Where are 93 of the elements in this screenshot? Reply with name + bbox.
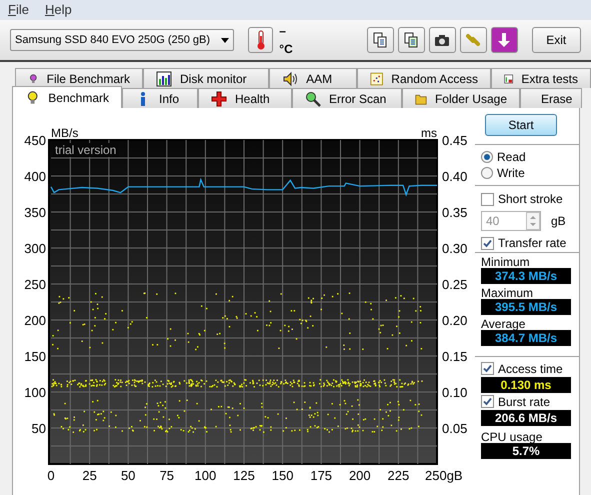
thermometer-icon bbox=[256, 30, 266, 50]
drive-dropdown[interactable]: Samsung SSD 840 EVO 250G (250 gB) bbox=[10, 29, 234, 51]
watermark: trial version bbox=[55, 143, 116, 157]
checkbox-label: Burst rate bbox=[498, 394, 550, 410]
toolbar-button[interactable] bbox=[366, 27, 394, 53]
temperature: – °C bbox=[279, 23, 294, 58]
caret-icon bbox=[221, 38, 230, 42]
toolbar-button[interactable] bbox=[428, 27, 456, 53]
tab[interactable]: Folder Usage bbox=[402, 88, 520, 108]
axis-tick-label: 200 bbox=[24, 313, 46, 328]
axis-tick-label: 0.10 bbox=[442, 385, 468, 400]
axis-tick-label: 0.30 bbox=[442, 241, 468, 256]
camera-icon bbox=[434, 34, 450, 46]
medical-cross-icon bbox=[211, 90, 227, 106]
checkbox-label: Transfer rate bbox=[498, 235, 566, 252]
tab[interactable]: Extra tests bbox=[491, 68, 591, 88]
check-icon bbox=[483, 238, 492, 248]
axis-tick-label: 150 bbox=[272, 468, 294, 483]
exit-button[interactable]: Exit bbox=[532, 27, 581, 53]
axis-tick-label: 225 bbox=[388, 468, 410, 483]
axis-tick-label: 100 bbox=[24, 385, 46, 400]
axis-tick-label: 250gB bbox=[425, 468, 463, 483]
tab[interactable]: Disk monitor bbox=[143, 68, 270, 88]
axis-tick-label: 200 bbox=[348, 468, 371, 483]
tab[interactable]: Erase bbox=[520, 88, 582, 108]
axis-tick-label: 400 bbox=[24, 169, 46, 184]
checkbox-label: Short stroke bbox=[498, 191, 563, 208]
checkbox-label: Access time bbox=[498, 360, 563, 378]
tab[interactable]: Benchmark bbox=[12, 86, 122, 108]
axis-tick-label: 125 bbox=[233, 468, 255, 483]
axis-tick-label: 0.05 bbox=[442, 421, 468, 436]
axis-tick-label: 0.15 bbox=[442, 349, 468, 364]
tab[interactable]: Health bbox=[198, 88, 292, 108]
radio-label: Write bbox=[497, 165, 525, 182]
checkbox[interactable] bbox=[481, 395, 494, 408]
value-display: 395.5 MB/s bbox=[481, 299, 571, 315]
readout-label: Average bbox=[481, 316, 526, 330]
checkbox[interactable] bbox=[481, 236, 494, 250]
axis-tick-label: 175 bbox=[310, 468, 332, 483]
value-display: 374.3 MB/s bbox=[481, 268, 571, 284]
value-display: 0.130 ms bbox=[481, 377, 571, 393]
axis-tick-label: 0.20 bbox=[442, 313, 468, 328]
axis-tick-label: 0.40 bbox=[442, 169, 468, 184]
axis-tick-label: 75 bbox=[160, 468, 174, 483]
value-display: 384.7 MB/s bbox=[481, 330, 571, 346]
checkbox[interactable] bbox=[481, 362, 494, 375]
unit-label: gB bbox=[551, 213, 566, 230]
readout-label: Minimum bbox=[481, 254, 531, 268]
spinner-arrows-icon bbox=[526, 212, 540, 230]
axis-tick-label: 350 bbox=[24, 205, 46, 220]
axis-unit: ms bbox=[421, 126, 437, 140]
radio-label: Read bbox=[497, 149, 526, 166]
temperature-button[interactable] bbox=[248, 27, 274, 53]
magnifier-icon bbox=[305, 90, 321, 106]
axis-tick-label: 250 bbox=[24, 277, 46, 292]
tab[interactable]: AAM bbox=[269, 68, 357, 88]
lightbulb-icon bbox=[25, 90, 40, 106]
axis-tick-label: 150 bbox=[24, 349, 46, 364]
readout-label: Maximum bbox=[481, 285, 534, 299]
check-icon bbox=[483, 397, 492, 406]
readout-label: CPU usage bbox=[481, 429, 544, 443]
radio-button[interactable] bbox=[481, 151, 493, 163]
tab[interactable]: Error Scan bbox=[292, 88, 402, 108]
axis-tick-label: 0.25 bbox=[442, 277, 468, 292]
down-arrow-icon bbox=[497, 32, 512, 48]
menu-item[interactable]: File bbox=[8, 0, 29, 20]
axis-tick-label: 0.35 bbox=[442, 205, 468, 220]
value-display: 206.6 MB/s bbox=[481, 410, 571, 426]
value-display: 5.7% bbox=[481, 443, 571, 459]
documents-icon bbox=[373, 32, 388, 48]
radio-button[interactable] bbox=[481, 167, 493, 179]
axis-unit: MB/s bbox=[51, 126, 78, 140]
toolbar-button[interactable] bbox=[398, 27, 425, 53]
documents-icon bbox=[404, 32, 418, 48]
start-button[interactable]: Start bbox=[485, 114, 557, 136]
scatter-icon bbox=[370, 70, 384, 86]
axis-tick-label: 50 bbox=[32, 421, 46, 436]
tab[interactable]: Random Access bbox=[357, 68, 491, 88]
axis-tick-label: 50 bbox=[120, 468, 136, 483]
axis-tick-label: 100 bbox=[194, 468, 216, 483]
chain-icon bbox=[465, 32, 482, 48]
axis-tick-label: 0 bbox=[47, 468, 55, 483]
axis-tick-label: 450 bbox=[24, 133, 46, 148]
axis-tick-label: 300 bbox=[24, 241, 46, 256]
check-icon bbox=[483, 364, 492, 373]
axis-tick-label: 25 bbox=[82, 468, 97, 483]
download-button[interactable] bbox=[490, 27, 518, 53]
tab[interactable]: Info bbox=[122, 88, 198, 108]
tab[interactable]: File Benchmark bbox=[15, 68, 143, 88]
speaker-icon bbox=[282, 70, 298, 86]
bar-chart-icon bbox=[156, 70, 172, 86]
menu-item[interactable]: Help bbox=[44, 0, 72, 20]
axis-tick-label: 0.45 bbox=[442, 133, 468, 148]
